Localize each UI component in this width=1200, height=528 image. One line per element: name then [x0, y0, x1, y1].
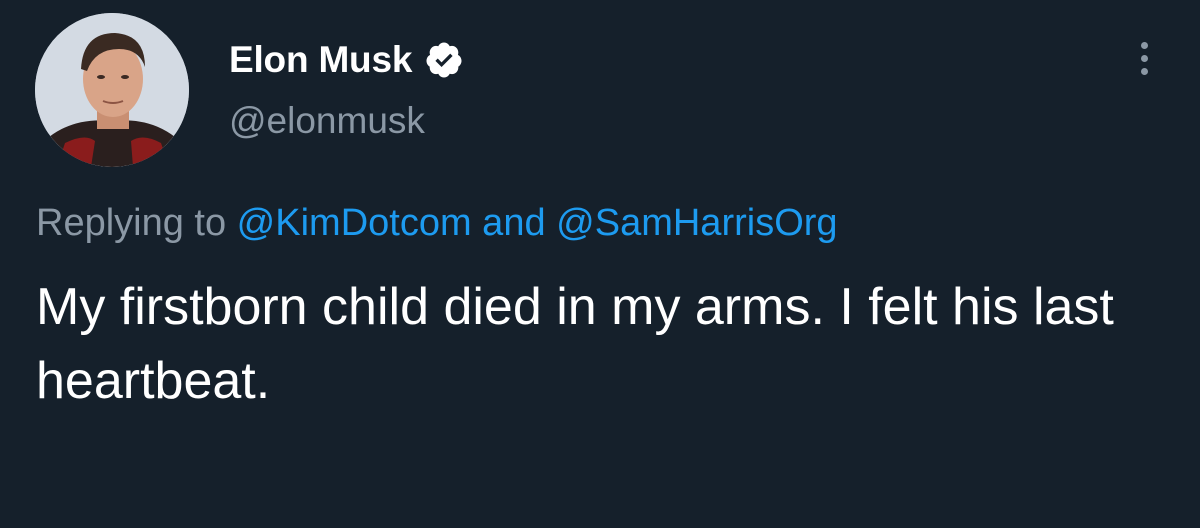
verified-badge-icon [426, 42, 462, 78]
avatar-image [35, 13, 189, 167]
author-name[interactable]: Elon Musk [229, 39, 412, 81]
tweet-text: My firstborn child died in my arms. I fe… [36, 278, 1114, 410]
profile-avatar[interactable] [35, 13, 189, 167]
more-dot [1140, 41, 1148, 49]
reply-context: Replying to @KimDotcom and @SamHarrisOrg [36, 202, 838, 245]
reply-conjunction: and [471, 202, 557, 244]
more-dot [1140, 54, 1148, 62]
more-options-icon[interactable] [1124, 34, 1164, 82]
mention-samharrisorg[interactable]: @SamHarrisOrg [556, 202, 837, 244]
reply-prefix: Replying to [36, 202, 237, 244]
more-dot [1140, 67, 1148, 75]
author-name-row: Elon Musk [229, 36, 464, 84]
tweet-card[interactable]: Elon Musk @elonmusk Replying to @KimDotc… [0, 0, 1200, 528]
author-handle[interactable]: @elonmusk [229, 100, 425, 142]
mention-kimdotcom[interactable]: @KimDotcom [237, 202, 472, 244]
